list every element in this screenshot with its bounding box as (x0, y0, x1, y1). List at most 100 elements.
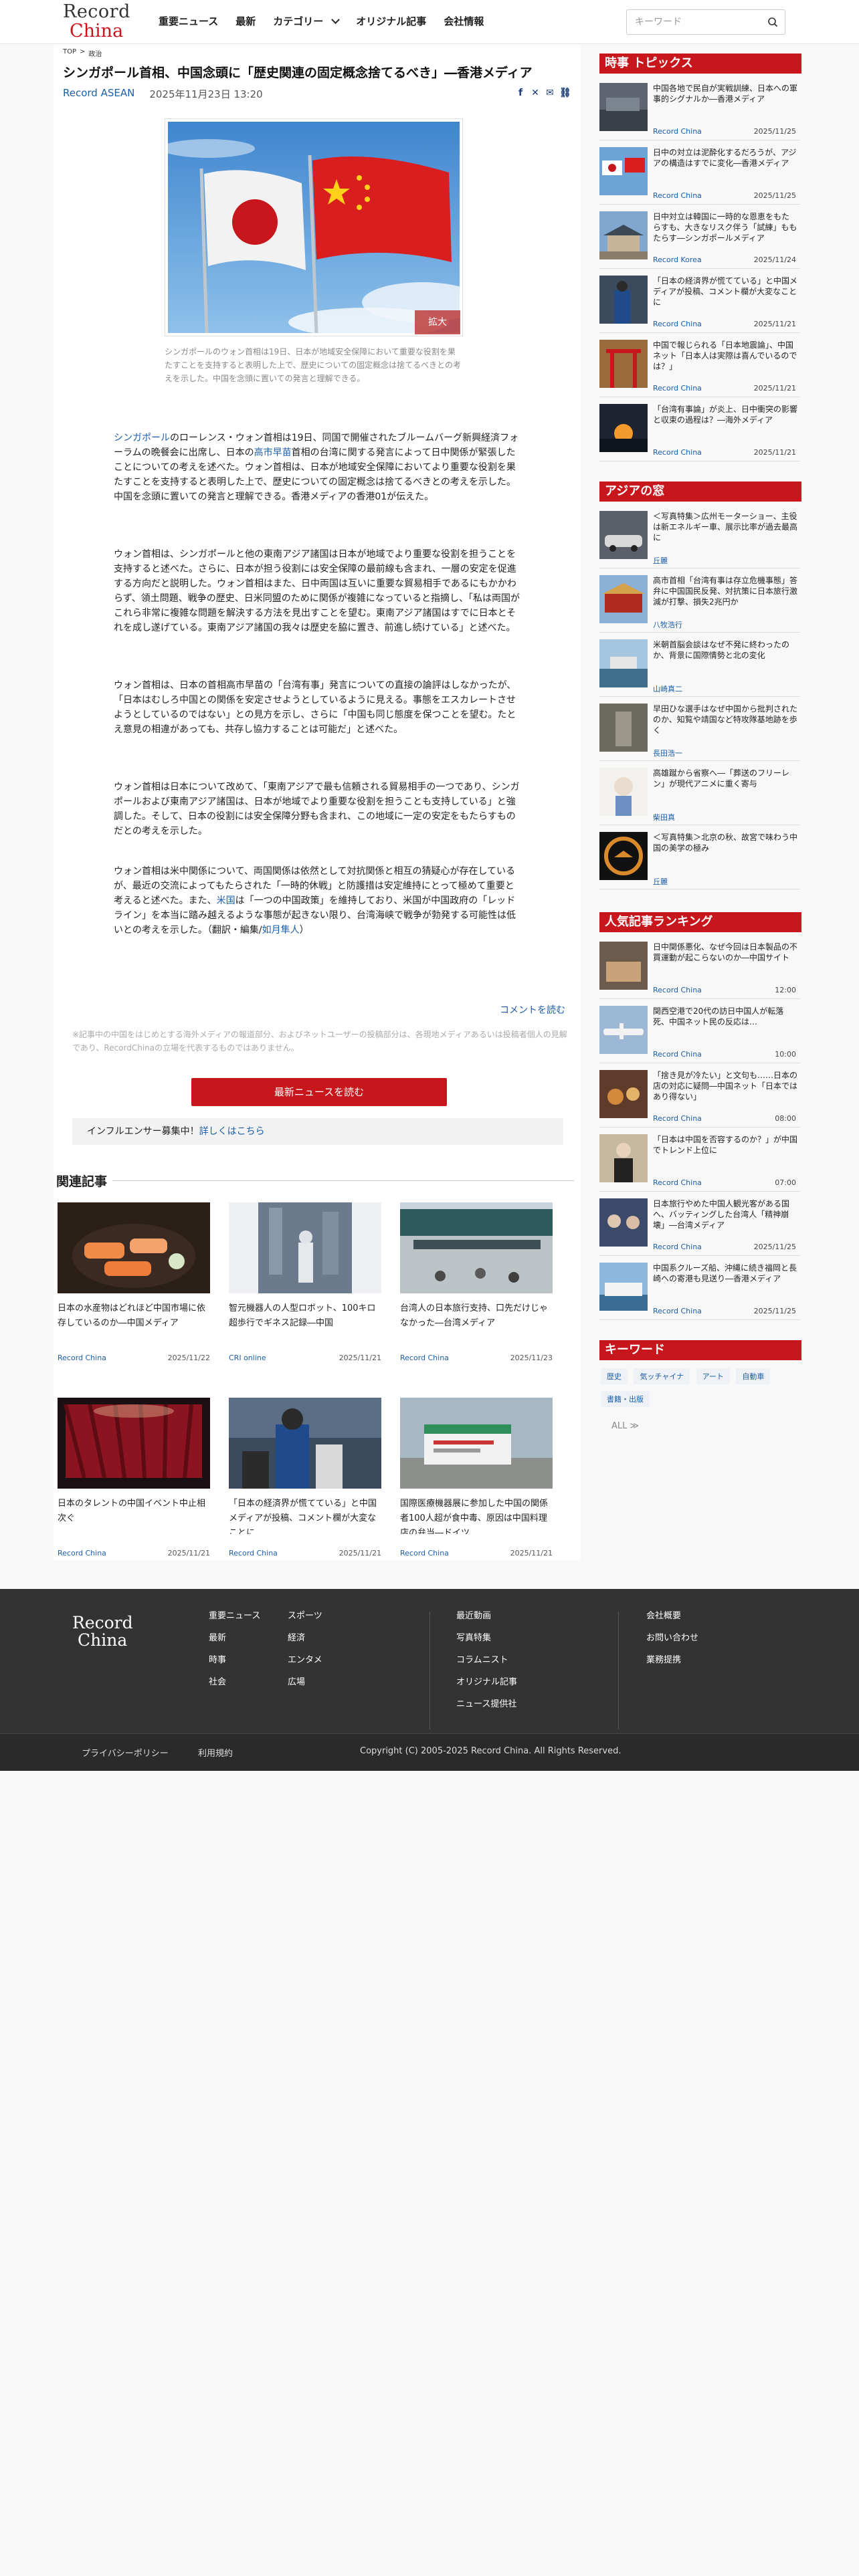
footer-link[interactable]: 時事 (209, 1649, 260, 1671)
related-card[interactable]: 智元機器人の人型ロボット、100キロ超歩行でギネス記録―中国 CRI onlin… (229, 1202, 381, 1362)
nav-company[interactable]: 会社情報 (444, 13, 484, 29)
asia-thumb-memorial (599, 704, 648, 752)
ranking-item[interactable]: 「捨き見が冷たい」と文句も……日本の店の対応に疑問―中国ネット「日本ではあり得な… (599, 1066, 800, 1128)
footer-link[interactable]: 経済 (288, 1627, 322, 1649)
article-paragraph-1: シンガポールのローレンス・ウォン首相は19日、同国で開催されたブルームバーグ新興… (114, 431, 523, 504)
related-card[interactable]: 日本の水産物はどれほど中国市場に依存しているのか―中国メディア Record C… (58, 1202, 210, 1362)
ranking-item[interactable]: 関西空港で20代の訪日中国人が転落死、中国ネット民の反応は… Record Ch… (599, 1002, 800, 1063)
footer-link[interactable]: 業務提携 (646, 1649, 698, 1671)
privacy-link[interactable]: プライバシーポリシー (82, 1746, 169, 1759)
topic-item[interactable]: 中国で報じられる「日本地震論」、中国ネット「日本人は実際は喜んでいるのでは？」 … (599, 336, 800, 397)
topic-item[interactable]: 「台湾有事論」が炎上、日中衝突の影響と収束の過程は？―海外メディア Record… (599, 400, 800, 461)
ranking-source: Record China (653, 1307, 702, 1315)
keyword-tag[interactable]: 歴史 (601, 1368, 628, 1384)
ranking-date: 08:00 (775, 1114, 796, 1123)
site-logo[interactable]: Record China (63, 2, 136, 42)
search-input[interactable] (627, 10, 754, 34)
topic-date: 2025/11/21 (753, 384, 796, 393)
search-icon[interactable] (767, 17, 778, 27)
keyword-tag[interactable]: アート (696, 1368, 730, 1384)
influencer-link[interactable]: 詳しくはこちら (199, 1126, 265, 1137)
footer-link[interactable]: スポーツ (288, 1605, 322, 1627)
related-card[interactable]: 国際医療機器展に参加した中国の関係者100人超が食中毒、原因は中国料理店の弁当―… (400, 1398, 553, 1558)
keyword-tag[interactable]: 気ッチャイナ (634, 1368, 690, 1384)
footer-link[interactable]: 最近動画 (456, 1605, 517, 1627)
footer-link[interactable]: エンタメ (288, 1649, 322, 1671)
breadcrumb-politics[interactable]: 政治 (88, 48, 102, 58)
asia-item[interactable]: 米朝首脳会談はなぜ不発に終わったのか、背景に国際情勢と北の変化 山崎真二 (599, 635, 800, 697)
footer-link[interactable]: コラムニスト (456, 1649, 517, 1671)
asia-author: 丘麗 (653, 877, 668, 886)
link-icon[interactable]: ⛓ (559, 88, 571, 98)
terms-link[interactable]: 利用規約 (198, 1746, 233, 1759)
hero-image-flags[interactable] (168, 122, 460, 333)
topic-item[interactable]: 中国各地で民自が実戦訓練、日本への軍事的シグナルか―香港メディア Record … (599, 79, 800, 140)
ranking-source: Record China (653, 986, 702, 994)
link-singapore[interactable]: シンガポール (114, 433, 170, 443)
comment-link[interactable]: コメントを読む (500, 1003, 565, 1016)
keyword-tag[interactable]: 書籍・出版 (601, 1391, 650, 1407)
topic-item[interactable]: 「日本の経済界が慌てている」と中国メディアが投稿、コメント欄が大変なことに Re… (599, 272, 800, 333)
link-usa[interactable]: 米国 (217, 895, 235, 906)
asia-item[interactable]: ＜写真特集＞北京の秋、故宮で味わう中国の美学の極み 丘麗 (599, 828, 800, 889)
keyword-all-link[interactable]: ALL ≫ (611, 1421, 639, 1431)
topic-thumb-ships (599, 83, 648, 131)
footer-link[interactable]: 最新 (209, 1627, 260, 1649)
asia-author: 丘麗 (653, 556, 668, 565)
article-source[interactable]: Record ASEAN (63, 87, 134, 101)
keyword-tag[interactable]: 自動車 (736, 1368, 771, 1384)
topic-date: 2025/11/25 (753, 127, 796, 136)
article-title: シンガポール首相、中国念頭に「歴史関連の固定概念捨てるべき」―香港メディア (63, 66, 533, 80)
nav-original[interactable]: オリジナル記事 (356, 13, 426, 29)
related-card[interactable]: 台湾人の日本旅行支持、口先だけじゃなかった―台湾メディア Record Chin… (400, 1202, 553, 1362)
asia-item[interactable]: 高雄蹴から省察へ―「葬送のフリーレン」が現代アニメに重く寄与 柴田真 (599, 764, 800, 825)
footer-link[interactable]: 重要ニュース (209, 1605, 260, 1627)
topic-item[interactable]: 日中の対立は泥酔化するだろうが、アジアの構造はすでに変化―香港メディア Reco… (599, 143, 800, 205)
related-title-text: 国際医療機器展に参加した中国の関係者100人超が食中毒、原因は中国料理店の弁当―… (400, 1499, 549, 1534)
nav-category[interactable]: カテゴリー (273, 13, 341, 29)
link-editor[interactable]: 如月隼人 (262, 925, 300, 936)
link-takaichi[interactable]: 高市早苗 (254, 447, 292, 458)
footer-bottom-bar: プライバシーポリシー 利用規約 Copyright (C) 2005-2025 … (0, 1733, 859, 1771)
topic-thumb-shrine (599, 340, 648, 388)
asia-author: 柴田真 (653, 813, 675, 822)
mail-icon[interactable]: ✉ (545, 88, 555, 98)
facebook-icon[interactable]: f (515, 88, 526, 98)
footer-logo[interactable]: Record China (72, 1614, 133, 1649)
related-title-text: 日本の水産物はどれほど中国市場に依存しているのか―中国メディア (58, 1303, 206, 1328)
footer-link[interactable]: お問い合わせ (646, 1627, 698, 1649)
footer-link[interactable]: オリジナル記事 (456, 1671, 517, 1693)
related-card[interactable]: 「日本の経済界が慌てている」と中国メディアが投稿、コメント欄が大変なことに Re… (229, 1398, 381, 1558)
related-card[interactable]: 日本のタレントの中国イベント中止相次ぐ Record China 2025/11/… (58, 1398, 210, 1558)
article-paragraph-2: ウォン首相は、シンガポールと他の東南アジア諸国は日本が地域でより重要な役割を担う… (114, 549, 520, 633)
ranking-item[interactable]: 中国系クルーズ船、沖縄に続き福岡と長崎への寄港も見送り―香港メディア Recor… (599, 1259, 800, 1320)
ranking-item[interactable]: 日中関係悪化、なぜ今回は日本製品の不買運動が起こらないのか―中国サイト Reco… (599, 938, 800, 999)
ranking-item[interactable]: 日本旅行やめた中国人観光客がある国へ、バッティングした台湾人「精神崩壊」―台湾メ… (599, 1194, 800, 1256)
footer-link[interactable]: 会社概要 (646, 1605, 698, 1627)
nav-latest[interactable]: 最新 (235, 13, 256, 29)
asia-item[interactable]: ＜写真特集＞広州モーターショー、主役は新エネルギー車、展示比率が過去最高に 丘麗 (599, 507, 800, 568)
keyword-tags: 歴史 気ッチャイナ アート 自動車 書籍・出版 (601, 1368, 801, 1414)
footer-link[interactable]: ニュース提供社 (456, 1693, 517, 1715)
site-footer: Record China 重要ニュース 最新 時事 社会 スポーツ 経済 エンタ… (0, 1589, 859, 1733)
latest-news-button[interactable]: 最新ニュースを読む (191, 1078, 447, 1106)
ranking-thumb-3 (599, 1070, 648, 1118)
topic-item[interactable]: 日中対立は韓国に一時的な恩恵をもたらすも、大きなリスク伴う「試練」ももたらす―シ… (599, 207, 800, 269)
copyright: Copyright (C) 2005-2025 Record China. Al… (360, 1746, 622, 1756)
footer-link[interactable]: 社会 (209, 1671, 260, 1693)
asia-text: ＜写真特集＞広州モーターショー、主役は新エネルギー車、展示比率が過去最高に (653, 512, 797, 542)
ranking-item[interactable]: 「日本は中国を否容するのか？」が中国でトレンド上位に Record China … (599, 1130, 800, 1192)
breadcrumb-top[interactable]: TOP (63, 48, 76, 58)
footer-divider (618, 1612, 619, 1729)
footer-link[interactable]: 写真特集 (456, 1627, 517, 1649)
topic-source: Record China (653, 384, 702, 393)
x-icon[interactable]: ✕ (530, 88, 541, 98)
asia-item[interactable]: 早田ひな選手はなぜ中国から批判されたのか、知覧や靖国など特攻隊基地跡を歩く 長田… (599, 700, 800, 761)
ranking-date: 10:00 (775, 1050, 796, 1059)
nav-important-news[interactable]: 重要ニュース (159, 13, 218, 29)
topic-date: 2025/11/21 (753, 320, 796, 328)
zoom-button[interactable]: 拡大 (415, 310, 460, 334)
asia-item[interactable]: 高市首相「台湾有事は存立危機事態」答弁に中国国民反発、対抗策に日本旅行激減が打撃… (599, 571, 800, 633)
ranking-source: Record China (653, 1050, 702, 1059)
footer-link[interactable]: 広場 (288, 1671, 322, 1693)
